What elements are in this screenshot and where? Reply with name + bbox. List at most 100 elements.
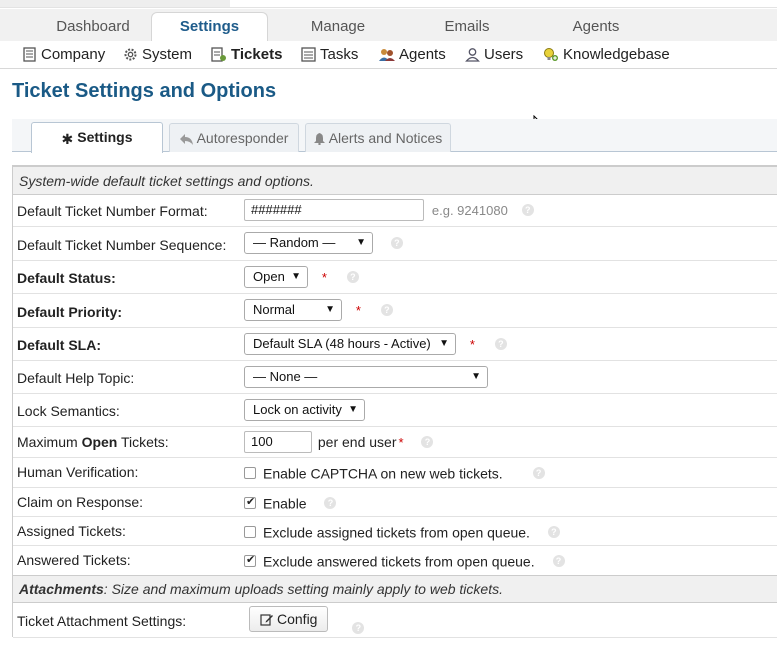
tab-settings[interactable]: Settings xyxy=(151,12,268,42)
subnav-system-label: System xyxy=(142,46,193,63)
tab-autoresponder[interactable]: Autoresponder xyxy=(169,123,299,152)
default-status-value: Open xyxy=(253,269,285,284)
top-strip-shade xyxy=(0,0,230,7)
agents-icon xyxy=(379,47,395,69)
answered-tickets-checkbox[interactable] xyxy=(244,553,256,568)
settings-tabs-bar: ✱ Settings Autoresponder Alerts and Notic… xyxy=(12,119,777,153)
required-marker: * xyxy=(469,336,475,352)
help-icon[interactable]: ? xyxy=(346,271,359,283)
subnav-knowledgebase[interactable]: Knowledgebase xyxy=(543,44,670,66)
chevron-down-icon: ▼ xyxy=(348,404,358,415)
user-icon xyxy=(465,47,480,69)
row-default-help-topic: Default Help Topic: — None — ▼ xyxy=(13,361,777,394)
ticket-number-sequence-select[interactable]: — Random — ▼ xyxy=(244,232,373,254)
chevron-down-icon: ▼ xyxy=(325,304,335,315)
help-icon[interactable]: ? xyxy=(547,526,560,539)
row-assigned-tickets: Assigned Tickets: Exclude assigned ticke… xyxy=(13,517,777,546)
subnav-tickets[interactable]: Tickets xyxy=(211,44,282,66)
tab-settings-options[interactable]: ✱ Settings xyxy=(31,122,163,153)
help-icon[interactable]: ? xyxy=(494,338,507,350)
settings-form: System-wide default ticket settings and … xyxy=(12,165,777,638)
tab-autoresponder-label: Autoresponder xyxy=(196,130,289,146)
help-icon[interactable]: ? xyxy=(552,555,565,568)
claim-on-response-label: Claim on Response: xyxy=(17,494,144,510)
company-icon xyxy=(22,47,37,69)
tab-alerts-label: Alerts and Notices xyxy=(328,130,443,146)
edit-icon xyxy=(260,609,273,633)
subnav-company-label: Company xyxy=(41,46,106,63)
required-marker: * xyxy=(355,302,361,318)
subnav-knowledgebase-label: Knowledgebase xyxy=(563,46,670,63)
chevron-down-icon: ▼ xyxy=(439,338,449,349)
help-icon[interactable]: ? xyxy=(390,237,403,249)
lock-semantics-select[interactable]: Lock on activity ▼ xyxy=(244,399,365,421)
tab-agents[interactable]: Agents xyxy=(546,9,646,41)
help-icon[interactable]: ? xyxy=(421,436,434,448)
subnav-tickets-label: Tickets xyxy=(231,46,283,63)
max-open-tickets-suffix: per end user xyxy=(317,434,397,450)
ticket-icon xyxy=(211,47,227,69)
help-icon[interactable]: ? xyxy=(532,467,545,480)
tab-manage[interactable]: Manage xyxy=(288,9,388,41)
subnav-users[interactable]: Users xyxy=(465,44,523,66)
claim-on-response-checkbox[interactable] xyxy=(244,495,256,510)
default-sla-value: Default SLA (48 hours - Active) xyxy=(253,336,431,351)
row-attachment-settings: Ticket Attachment Settings: Config ? xyxy=(13,603,777,638)
subnav-tasks[interactable]: Tasks xyxy=(301,44,358,66)
assigned-tickets-label: Assigned Tickets: xyxy=(17,523,126,539)
attachments-header: Attachments: Size and maximum uploads se… xyxy=(13,575,777,603)
help-icon[interactable]: ? xyxy=(352,621,365,634)
config-button[interactable]: Config xyxy=(249,606,329,633)
attachment-settings-label: Ticket Attachment Settings: xyxy=(17,613,187,629)
subnav-agents[interactable]: Agents xyxy=(379,44,446,66)
gear-icon xyxy=(123,47,138,69)
ticket-number-format-hint: e.g. 9241080 xyxy=(431,202,508,218)
subnav-company[interactable]: Company xyxy=(22,44,105,66)
default-priority-select[interactable]: Normal ▼ xyxy=(244,299,342,321)
row-default-status: Default Status: Open ▼ * ? xyxy=(13,261,777,294)
row-lock-semantics: Lock Semantics: Lock on activity ▼ xyxy=(13,394,777,427)
human-verification-label: Human Verification: xyxy=(17,464,139,480)
captcha-checkbox-label: Enable CAPTCHA on new web tickets. xyxy=(263,465,503,482)
sub-nav: Company System Tickets Tasks Agents User… xyxy=(0,41,777,69)
browser-top-strip xyxy=(0,0,777,8)
default-help-topic-value: — None — xyxy=(253,369,318,384)
attachments-header-bold: Attachments xyxy=(19,581,104,597)
config-button-label: Config xyxy=(277,611,318,627)
subnav-tasks-label: Tasks xyxy=(320,46,359,63)
lock-semantics-value: Lock on activity xyxy=(253,402,342,417)
max-open-tickets-input[interactable]: 100 xyxy=(244,431,312,453)
help-icon[interactable]: ? xyxy=(521,204,534,216)
chevron-down-icon: ▼ xyxy=(471,371,481,382)
default-priority-label: Default Priority: xyxy=(17,304,123,320)
assigned-tickets-checkbox[interactable] xyxy=(244,526,256,539)
tab-dashboard[interactable]: Dashboard xyxy=(38,9,148,41)
subnav-users-label: Users xyxy=(484,46,524,63)
chevron-down-icon: ▼ xyxy=(356,237,366,248)
row-default-priority: Default Priority: Normal ▼ * ? xyxy=(13,294,777,328)
default-status-select[interactable]: Open ▼ xyxy=(244,266,308,288)
main-nav: Dashboard Settings Manage Emails Agents xyxy=(0,9,777,42)
lock-semantics-label: Lock Semantics: xyxy=(17,403,120,419)
assigned-tickets-checkbox-label: Exclude assigned tickets from open queue… xyxy=(263,524,530,541)
tasks-icon xyxy=(301,47,316,69)
tab-alerts-notices[interactable]: Alerts and Notices xyxy=(305,123,451,152)
row-human-verification: Human Verification: Enable CAPTCHA on ne… xyxy=(13,458,777,488)
default-sla-select[interactable]: Default SLA (48 hours - Active) ▼ xyxy=(244,333,456,355)
ticket-number-format-label: Default Ticket Number Format: xyxy=(17,203,208,219)
tab-emails[interactable]: Emails xyxy=(417,9,517,41)
help-icon[interactable]: ? xyxy=(380,304,393,316)
ticket-number-sequence-value: — Random — xyxy=(253,235,336,250)
default-priority-value: Normal xyxy=(253,302,295,317)
answered-tickets-label: Answered Tickets: xyxy=(17,552,131,568)
row-ticket-number-sequence: Default Ticket Number Sequence: — Random… xyxy=(13,227,777,261)
max-open-tickets-label: Maximum Open Tickets: xyxy=(17,434,169,450)
subnav-system[interactable]: System xyxy=(123,44,192,66)
reply-icon xyxy=(179,126,193,154)
claim-on-response-checkbox-label: Enable xyxy=(263,495,307,512)
help-icon[interactable]: ? xyxy=(324,497,337,510)
bell-icon xyxy=(313,126,325,154)
captcha-checkbox[interactable] xyxy=(244,467,256,480)
default-help-topic-select[interactable]: — None — ▼ xyxy=(244,366,488,388)
ticket-number-format-input[interactable]: ####### xyxy=(244,199,424,221)
